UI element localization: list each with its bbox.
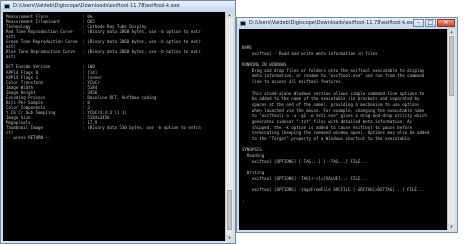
scrollbar-thumb[interactable] [227, 190, 232, 230]
vertical-scrollbar[interactable]: ▲ ▼ [225, 12, 233, 241]
console-line-prompt: : [242, 198, 245, 204]
scroll-up-arrow-icon[interactable]: ▲ [448, 29, 455, 35]
close-button[interactable]: ✕ [437, 19, 455, 27]
window-title: D:\Users\Valdeb\Digiscope\Downloads\exif… [249, 20, 416, 26]
scroll-down-arrow-icon[interactable]: ▼ [448, 224, 455, 230]
title-bar[interactable]: D:\Users\Valdeb\Digiscope\Downloads\exif… [237, 18, 457, 29]
console-line: Thumbnail Image : (Binary data 530 bytes… [6, 125, 201, 131]
scroll-down-arrow-icon[interactable]: ▼ [226, 235, 233, 241]
console-line: Blue Tone Reproduction Curve : (Binary d… [6, 49, 201, 55]
console-output-area[interactable]: Measurement Flare : 0% Measurement Illum… [3, 12, 233, 241]
maximize-button[interactable]: □ [425, 19, 436, 27]
exiftool-console-window-right[interactable]: D:\Users\Valdeb\Digiscope\Downloads\exif… [236, 17, 458, 233]
console-line: Red Tone Reproduction Curve : (Binary da… [6, 29, 201, 35]
exiftool-console-window-left[interactable]: D:\Users\Valdeb\Digiscope\Downloads\exif… [0, 0, 236, 244]
title-bar[interactable]: D:\Users\Valdeb\Digiscope\Downloads\exif… [1, 1, 235, 12]
console-line: spaces at the end of the name), providin… [242, 101, 420, 107]
console-line: Green Tone Reproduction Curve : (Binary … [6, 39, 201, 45]
console-output-area[interactable]: NAME exiftool - Read and write meta info… [239, 29, 455, 230]
console-line: exiftool [OPTIONS] -tagsFromFile SRCFILE… [242, 187, 425, 193]
console-app-icon [4, 4, 10, 9]
window-title: D:\Users\Valdeb\Digiscope\Downloads\exif… [13, 3, 180, 9]
minimize-button[interactable]: – [413, 19, 424, 27]
vertical-scrollbar[interactable]: ▲ ▼ [447, 29, 455, 230]
window-controls: – □ ✕ [413, 19, 455, 27]
console-text: NAME exiftool - Read and write meta info… [242, 45, 446, 204]
console-app-icon [240, 21, 246, 26]
scrollbar-thumb[interactable] [449, 36, 454, 96]
scroll-up-arrow-icon[interactable]: ▲ [226, 12, 233, 18]
console-text: Measurement Flare : 0% Measurement Illum… [6, 14, 224, 140]
console-line-prompt: -- press RETURN -- [6, 135, 51, 141]
